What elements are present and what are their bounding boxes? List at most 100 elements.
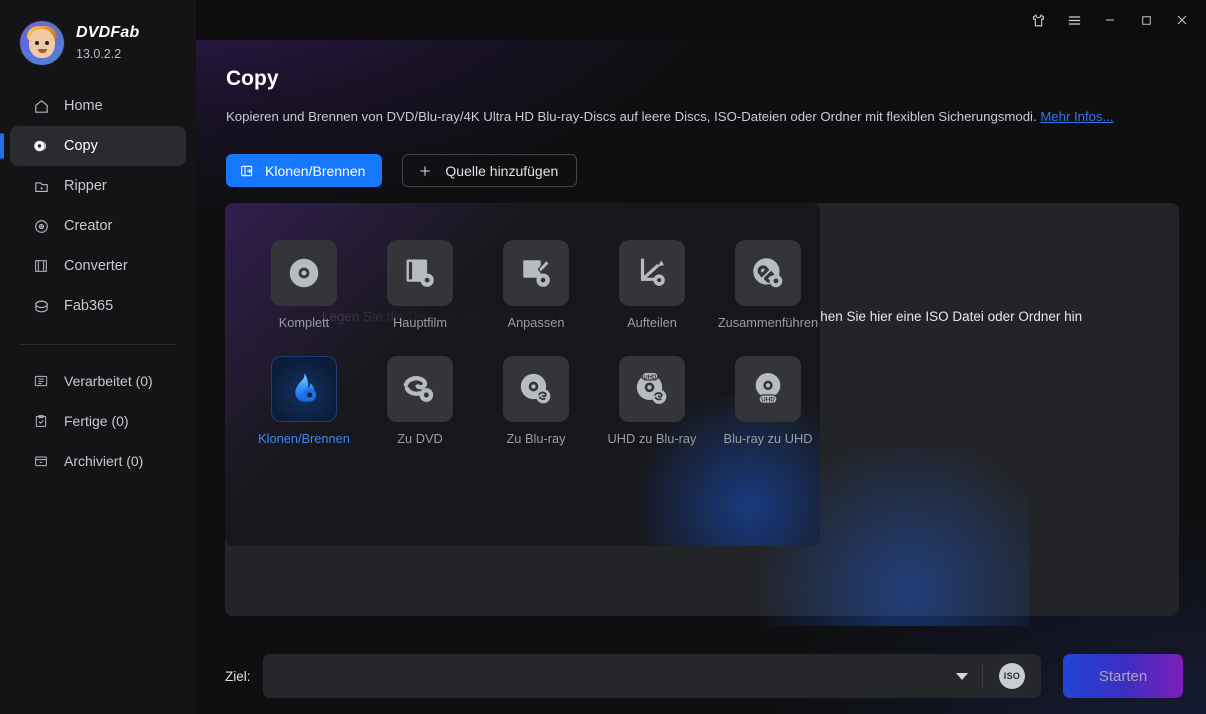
clipboard-check-icon [32, 412, 50, 430]
plus-icon [417, 163, 433, 179]
sidebar-item-creator[interactable]: Creator [10, 206, 186, 246]
start-button[interactable]: Starten [1063, 654, 1183, 698]
mode-zu-bluray[interactable]: Zu Blu-ray [478, 355, 594, 446]
divider [982, 665, 983, 687]
action-buttons: Klonen/Brennen Quelle hinzufügen [226, 154, 578, 187]
bluray-to-uhd-icon: UHD [735, 355, 801, 422]
sidebar-item-home[interactable]: Home [10, 86, 186, 126]
titlebar [196, 0, 1206, 40]
sidebar-item-label: Fab365 [64, 297, 114, 314]
mode-aufteilen[interactable]: Aufteilen [594, 240, 710, 330]
list-icon [32, 372, 50, 390]
app-version: 13.0.2.2 [76, 47, 122, 62]
svg-text:UHD: UHD [761, 396, 775, 403]
mode-bluray-zu-uhd[interactable]: UHD Blu-ray zu UHD [710, 355, 820, 446]
sidebar-item-converter[interactable]: Converter [10, 246, 186, 286]
sidebar-item-label: Creator [64, 217, 113, 234]
clone-burn-icon [239, 163, 255, 179]
minimize-icon [1102, 12, 1118, 28]
close-button[interactable] [1164, 5, 1200, 35]
sidebar-item-label: Archiviert (0) [64, 453, 144, 469]
disc-icon [32, 217, 50, 235]
sidebar-item-label: Ripper [64, 177, 107, 194]
sidebar-item-label: Converter [64, 257, 128, 274]
mode-label: Zu DVD [397, 430, 443, 446]
sidebar-item-fab365[interactable]: Fab365 [10, 286, 186, 326]
brand-name: DVDFab [76, 24, 140, 42]
target-label: Ziel: [225, 668, 251, 684]
target-select[interactable]: ISO [262, 654, 1041, 698]
customize-icon [503, 240, 569, 306]
page-description-text: Kopieren und Brennen von DVD/Blu-ray/4K … [226, 109, 1037, 124]
add-source-label: Quelle hinzufügen [445, 162, 559, 179]
mode-label: Aufteilen [627, 315, 677, 330]
mode-label: UHD zu Blu-ray [607, 430, 697, 446]
brand: DVDFab 13.0.2.2 [0, 0, 196, 72]
sidebar-item-label: Home [64, 97, 103, 114]
sidebar-item-archived[interactable]: Archiviert (0) [10, 441, 186, 481]
mode-picker-panel: Komplett Hauptfilm Anpassen Aufteilen Zu… [225, 203, 820, 546]
svg-text:UHD: UHD [643, 375, 657, 381]
mode-label: Anpassen [507, 315, 565, 330]
theme-button[interactable] [1020, 5, 1056, 35]
chevron-down-icon[interactable] [956, 672, 968, 680]
to-bluray-icon [503, 355, 569, 422]
dvdfab-window: DVDFab 13.0.2.2 Home Copy Ripper Creator… [0, 0, 1206, 714]
content-area: Copy Kopieren und Brennen von DVD/Blu-ra… [196, 40, 1206, 714]
page-title: Copy [226, 67, 279, 90]
flame-disc-icon [271, 355, 337, 422]
menu-button[interactable] [1056, 5, 1092, 35]
add-source-button[interactable]: Quelle hinzufügen [402, 154, 578, 187]
mode-label: Komplett [278, 315, 330, 330]
mode-select-label: Klonen/Brennen [265, 162, 366, 179]
split-icon [619, 240, 685, 306]
mode-label: Hauptfilm [392, 315, 448, 330]
main-movie-icon [387, 240, 453, 306]
sidebar-divider [20, 344, 176, 345]
sidebar-item-label: Verarbeitet (0) [64, 373, 153, 389]
mode-anpassen[interactable]: Anpassen [478, 240, 594, 330]
mode-label: Klonen/Brennen [258, 430, 350, 446]
fab365-icon [32, 297, 50, 315]
sidebar-item-processed[interactable]: Verarbeitet (0) [10, 361, 186, 401]
merge-icon [735, 240, 801, 306]
mode-label: Blu-ray zu UHD [723, 430, 813, 446]
film-icon [32, 257, 50, 275]
mode-zu-dvd[interactable]: Zu DVD [362, 355, 478, 446]
mode-komplett[interactable]: Komplett [246, 240, 362, 330]
mode-uhd-zu-bluray[interactable]: UHD UHD zu Blu-ray [594, 355, 710, 446]
close-icon [1174, 12, 1190, 28]
page-description: Kopieren und Brennen von DVD/Blu-ray/4K … [226, 110, 1114, 123]
mode-select-button[interactable]: Klonen/Brennen [226, 154, 383, 187]
sidebar-item-label: Copy [64, 137, 98, 154]
uhd-to-bluray-icon: UHD [619, 355, 685, 422]
dvdfab-mascot-logo [20, 21, 64, 65]
archive-icon [32, 452, 50, 470]
sidebar-item-copy[interactable]: Copy [0, 126, 186, 166]
mode-hauptfilm[interactable]: Hauptfilm [362, 240, 478, 330]
ripper-icon [32, 177, 50, 195]
shirt-icon [1030, 12, 1047, 29]
more-info-link[interactable]: Mehr Infos... [1040, 109, 1113, 124]
sidebar: DVDFab 13.0.2.2 Home Copy Ripper Creator… [0, 0, 196, 714]
main-area: Copy Kopieren und Brennen von DVD/Blu-ra… [196, 0, 1206, 714]
sidebar-nav: Home Copy Ripper Creator Converter Fab36… [0, 86, 196, 481]
maximize-icon [1139, 13, 1154, 28]
hamburger-icon [1066, 12, 1083, 29]
iso-badge[interactable]: ISO [999, 663, 1025, 689]
mode-grid: Komplett Hauptfilm Anpassen Aufteilen Zu… [225, 203, 820, 446]
bottom-bar: Ziel: ISO Starten [196, 650, 1206, 702]
minimize-button[interactable] [1092, 5, 1128, 35]
to-dvd-icon [387, 355, 453, 422]
full-disc-icon [271, 240, 337, 306]
sidebar-item-finished[interactable]: Fertige (0) [10, 401, 186, 441]
sidebar-item-ripper[interactable]: Ripper [10, 166, 186, 206]
maximize-button[interactable] [1128, 5, 1164, 35]
mode-label: Zusammenführen [717, 315, 819, 330]
mode-klonen-brennen[interactable]: Klonen/Brennen [246, 355, 362, 446]
home-icon [32, 97, 50, 115]
disc-copy-icon [32, 137, 50, 155]
sidebar-item-label: Fertige (0) [64, 413, 129, 429]
mode-label: Zu Blu-ray [506, 430, 566, 446]
mode-zusammenfuehren[interactable]: Zusammenführen [710, 240, 820, 330]
